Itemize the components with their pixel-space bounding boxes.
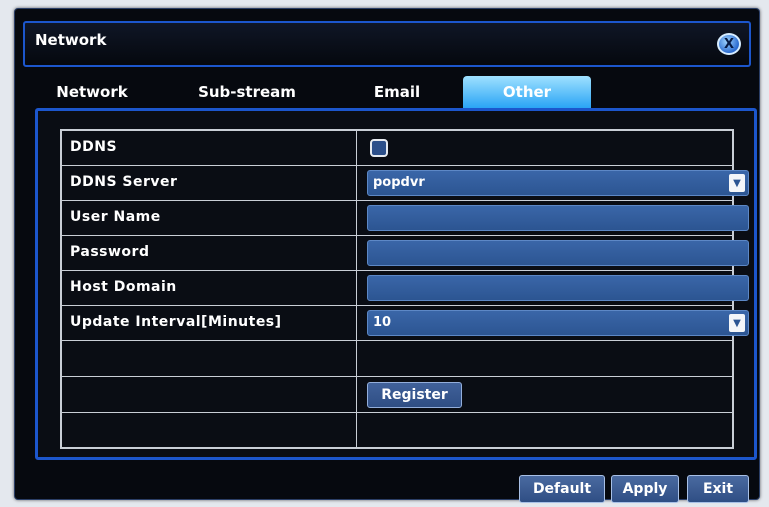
tab-sub-stream[interactable]: Sub-stream bbox=[187, 76, 307, 108]
user-name-row: User Name bbox=[62, 201, 749, 236]
close-button[interactable]: X bbox=[717, 33, 741, 55]
update-interval-row: Update Interval[Minutes] 10 ▼ bbox=[62, 306, 749, 341]
default-button[interactable]: Default bbox=[519, 475, 605, 503]
empty-row bbox=[62, 341, 732, 377]
settings-grid: DDNS DDNS Server popdvr ▼ User Name Pass… bbox=[60, 129, 749, 449]
tab-network[interactable]: Network bbox=[47, 76, 137, 108]
ddns-server-value: popdvr bbox=[373, 175, 425, 190]
host-domain-field[interactable] bbox=[367, 275, 749, 301]
tab-email[interactable]: Email bbox=[357, 76, 437, 108]
host-domain-row: Host Domain bbox=[62, 271, 749, 306]
password-label: Password bbox=[70, 244, 150, 260]
host-domain-label: Host Domain bbox=[70, 279, 177, 295]
ddns-checkbox[interactable] bbox=[370, 139, 388, 157]
ddns-server-label: DDNS Server bbox=[70, 174, 178, 190]
empty-row bbox=[62, 413, 732, 447]
register-button[interactable]: Register bbox=[367, 382, 462, 408]
chevron-down-icon[interactable]: ▼ bbox=[729, 174, 745, 192]
tab-other[interactable]: Other bbox=[463, 76, 591, 108]
close-icon: X bbox=[723, 36, 735, 52]
exit-button[interactable]: Exit bbox=[687, 475, 749, 503]
update-interval-label: Update Interval[Minutes] bbox=[70, 314, 282, 330]
window-title: Network bbox=[35, 31, 107, 49]
settings-panel: DDNS DDNS Server popdvr ▼ User Name Pass… bbox=[35, 108, 757, 460]
user-name-label: User Name bbox=[70, 209, 161, 225]
ddns-row: DDNS bbox=[62, 131, 732, 166]
ddns-server-row: DDNS Server popdvr ▼ bbox=[62, 166, 749, 201]
update-interval-select[interactable]: 10 ▼ bbox=[367, 310, 749, 336]
ddns-label: DDNS bbox=[70, 139, 118, 155]
chevron-down-icon[interactable]: ▼ bbox=[729, 314, 745, 332]
network-window: Network X Network Sub-stream Email Other… bbox=[14, 8, 760, 503]
footer-buttons: Default Apply Exit bbox=[15, 475, 759, 503]
tab-bar: Network Sub-stream Email Other bbox=[47, 76, 667, 108]
register-row: Register bbox=[62, 377, 732, 413]
ddns-server-select[interactable]: popdvr ▼ bbox=[367, 170, 749, 196]
password-row: Password bbox=[62, 236, 749, 271]
apply-button[interactable]: Apply bbox=[611, 475, 679, 503]
update-interval-value: 10 bbox=[373, 315, 392, 330]
password-field[interactable] bbox=[367, 240, 749, 266]
user-name-field[interactable] bbox=[367, 205, 749, 231]
title-bar: Network X bbox=[23, 21, 751, 67]
